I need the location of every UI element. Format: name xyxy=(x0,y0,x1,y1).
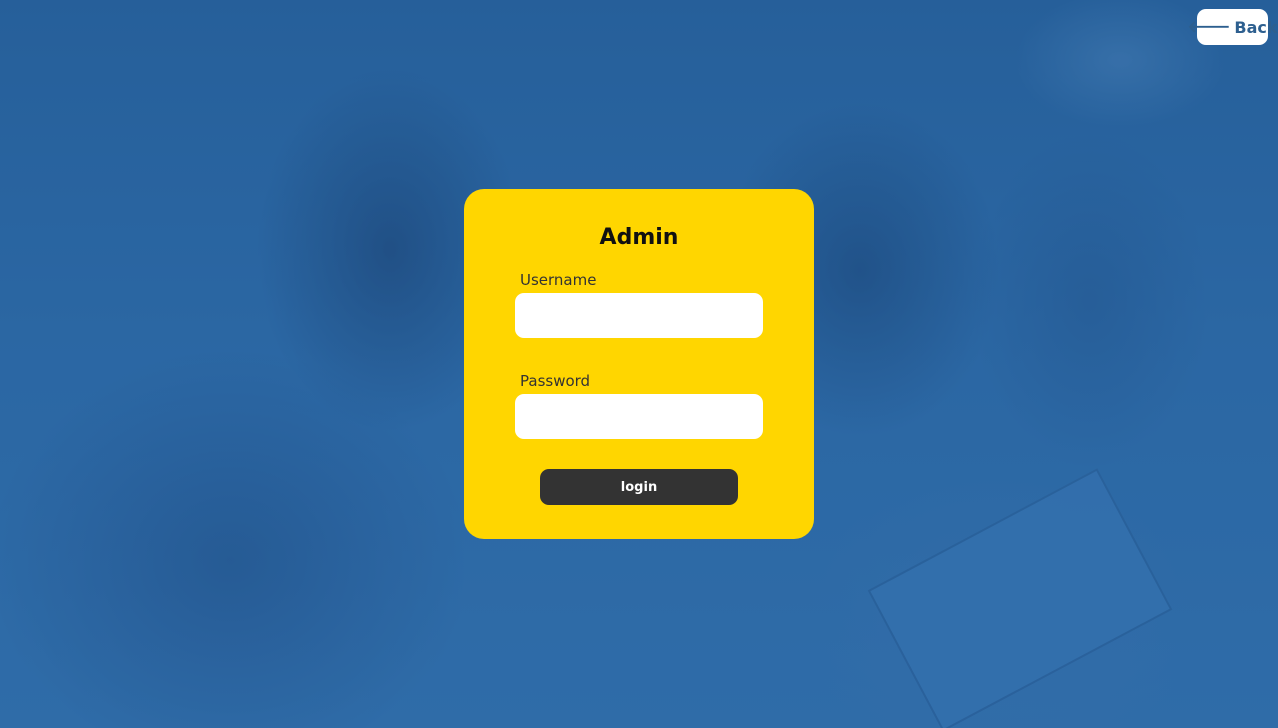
password-input[interactable] xyxy=(515,394,763,439)
username-input[interactable] xyxy=(515,293,763,338)
login-button[interactable]: login xyxy=(540,469,738,505)
password-label: Password xyxy=(520,372,591,390)
admin-login-card: Admin Username Password login xyxy=(464,189,814,539)
back-button-label: Back xyxy=(1234,17,1278,37)
arrow-left-icon: 🡐 xyxy=(1187,17,1231,36)
back-button[interactable]: 🡐 Back xyxy=(1187,9,1278,45)
login-card-title: Admin xyxy=(599,225,679,250)
username-label: Username xyxy=(520,271,597,289)
